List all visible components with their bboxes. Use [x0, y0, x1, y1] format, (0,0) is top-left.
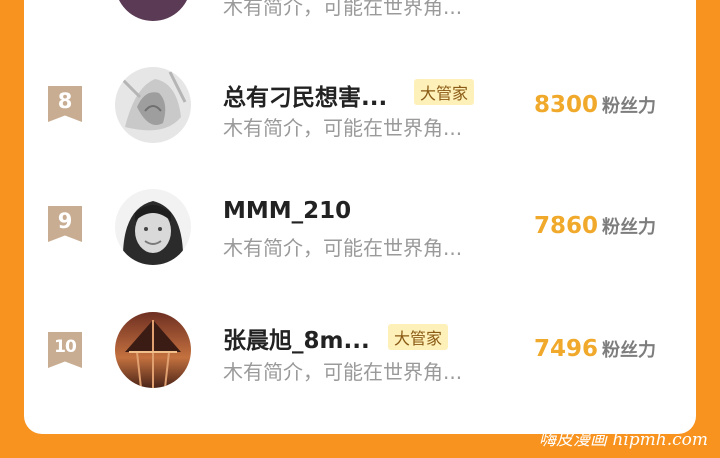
ranking-row-9[interactable]: 9 MMM_210 木有简介，可能在世界角... 7860 粉丝力: [24, 160, 696, 270]
ranking-panel: 木有简介，可能在世界角... 8 总有刁民想害... 大管家 木有简介，可能在世…: [24, 0, 696, 434]
ranking-row-7[interactable]: 木有简介，可能在世界角...: [24, 0, 696, 35]
fans-unit: 粉丝力: [602, 217, 656, 238]
fans-value: 7496: [533, 336, 598, 362]
rank-badge: 9: [48, 206, 82, 242]
fans-value: 8300: [533, 92, 598, 118]
watermark: 嗨皮漫画 hipmh.com: [538, 430, 708, 450]
user-bio: 木有简介，可能在世界角...: [223, 236, 463, 260]
user-name[interactable]: 总有刁民想害...: [223, 78, 387, 112]
fans-score: 7496 粉丝力: [534, 336, 656, 362]
rank-badge: 8: [48, 86, 82, 122]
user-name[interactable]: 张晨旭_8m...: [223, 321, 370, 355]
fans-value: 7860: [533, 213, 598, 239]
grey-sketch-avatar-icon[interactable]: [115, 67, 191, 143]
fans-score: 7860 粉丝力: [534, 213, 656, 239]
woman-photo-avatar-icon[interactable]: [115, 189, 191, 265]
fans-unit: 粉丝力: [602, 96, 656, 117]
fans-unit: 粉丝力: [602, 340, 656, 361]
fans-score: 8300 粉丝力: [534, 92, 656, 118]
tower-photo-avatar-icon[interactable]: [115, 312, 191, 388]
user-bio: 木有简介，可能在世界角...: [223, 0, 463, 19]
user-bio: 木有简介，可能在世界角...: [223, 360, 463, 384]
avatar[interactable]: [115, 0, 191, 21]
ranking-row-8[interactable]: 8 总有刁民想害... 大管家 木有简介，可能在世界角... 8300 粉丝力: [24, 50, 696, 160]
user-name[interactable]: MMM_210: [223, 198, 351, 224]
role-badge: 大管家: [414, 79, 475, 105]
role-badge: 大管家: [388, 324, 449, 350]
rank-badge: 10: [48, 332, 82, 368]
ranking-row-10[interactable]: 10 张晨旭_8m... 大管家 木有简介，可能在世界角... 7496 粉丝力: [24, 275, 696, 388]
user-bio: 木有简介，可能在世界角...: [223, 116, 463, 140]
